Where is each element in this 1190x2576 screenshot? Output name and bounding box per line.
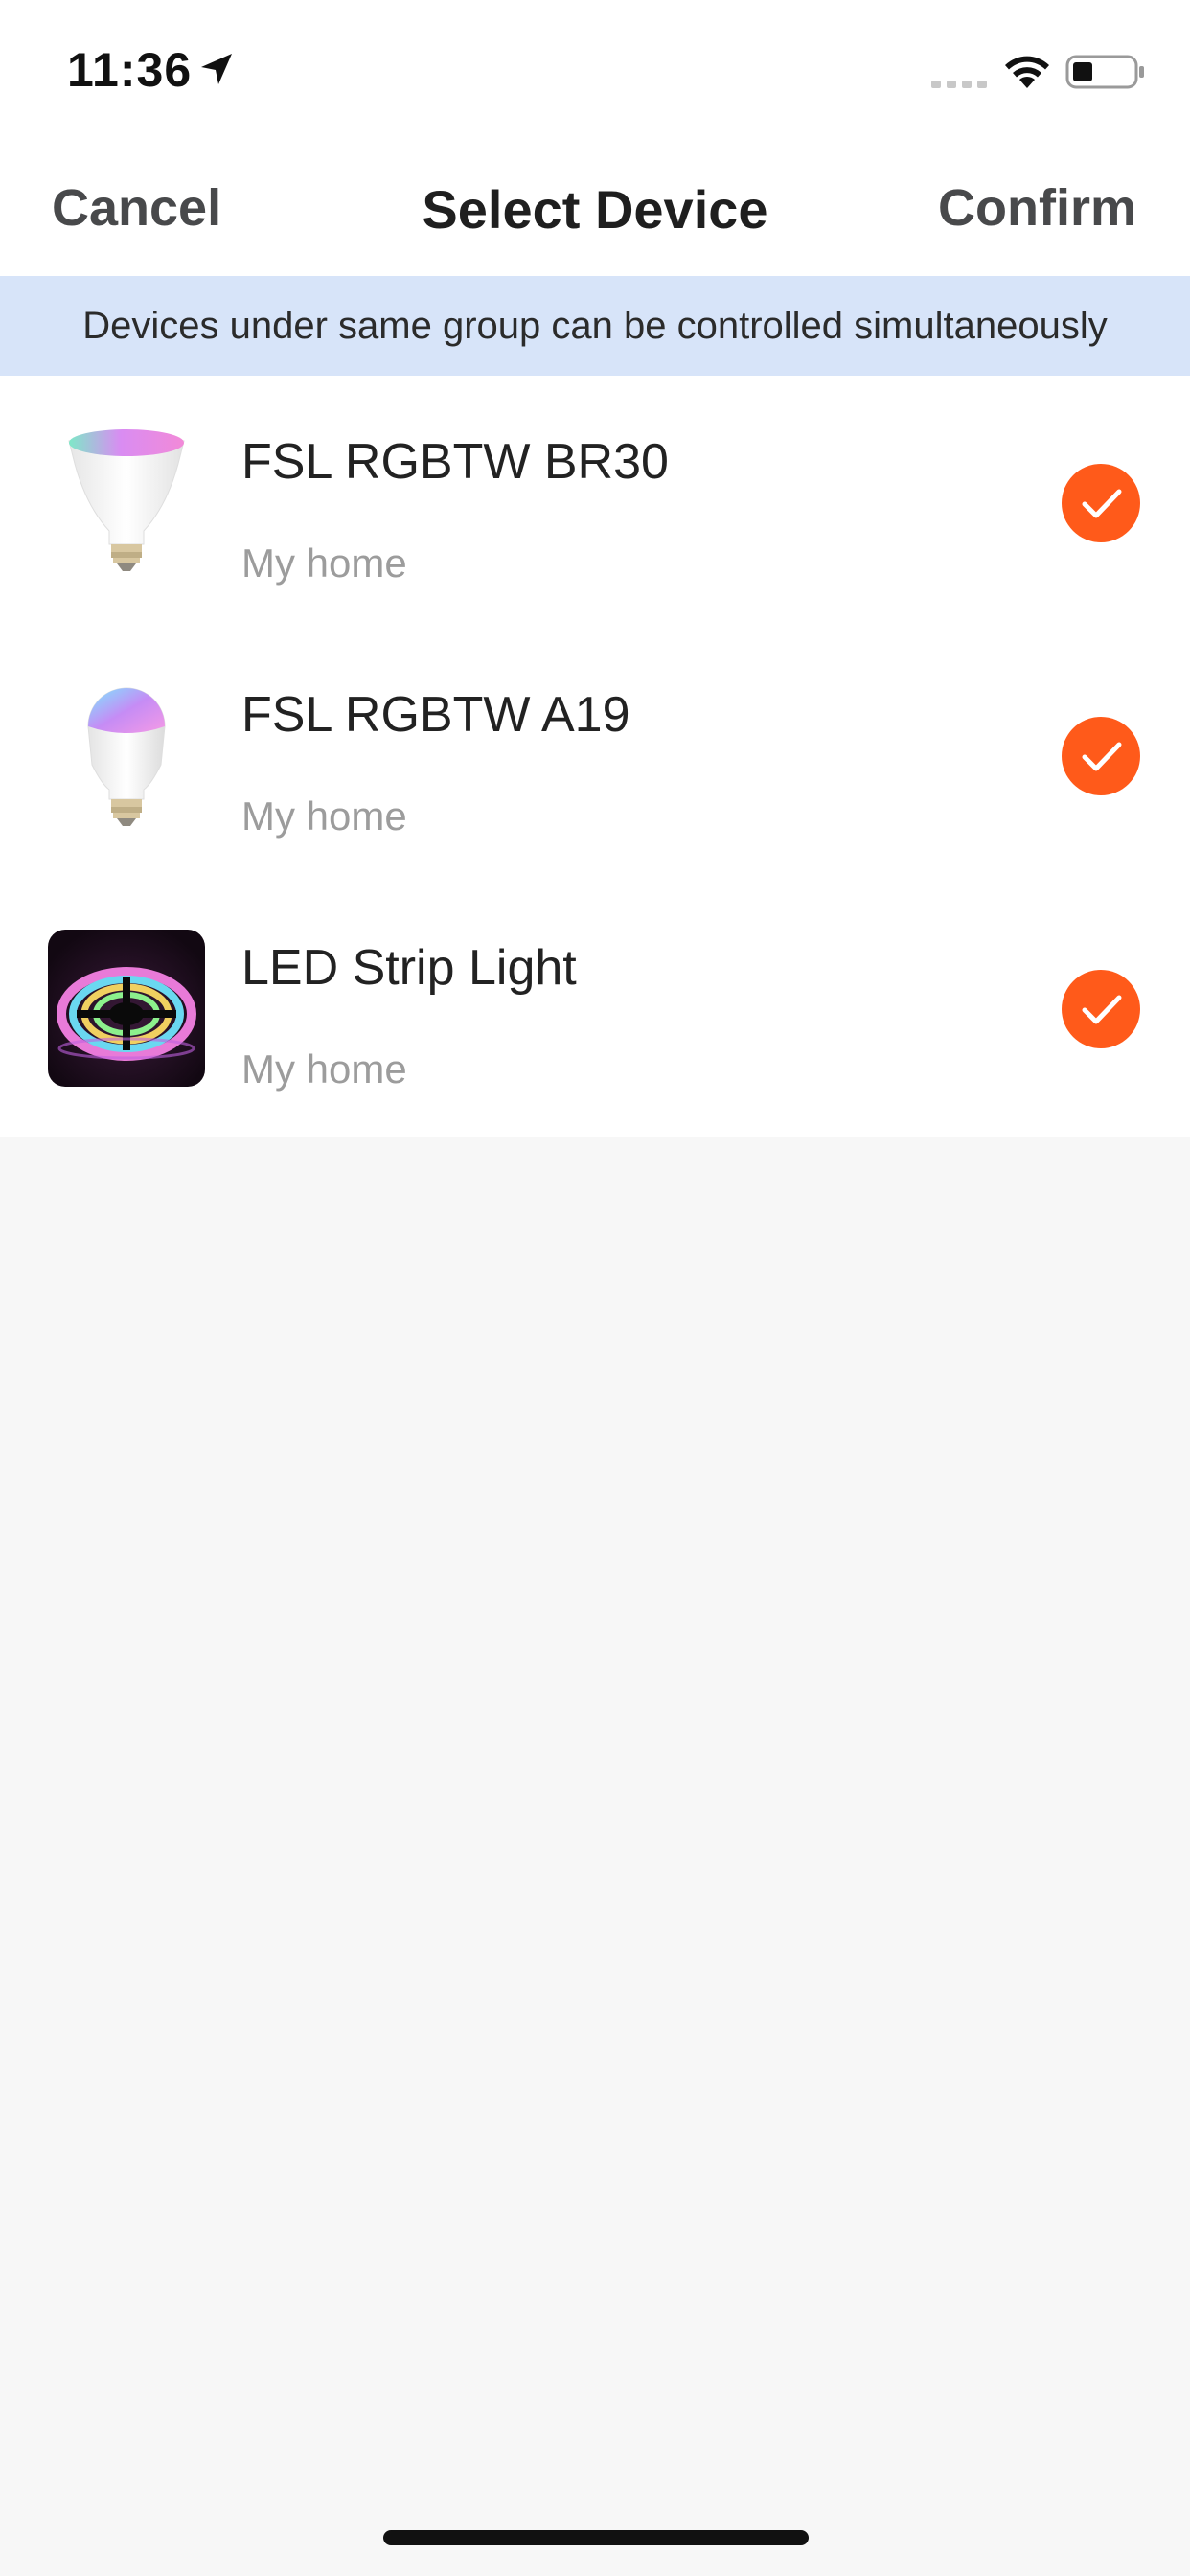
device-row[interactable]: FSL RGBTW A19 My home <box>0 629 1190 882</box>
confirm-button[interactable]: Confirm <box>938 178 1136 238</box>
wifi-icon <box>1005 56 1049 88</box>
cellular-signal-icon <box>931 80 987 88</box>
status-bar: 11:36 <box>0 0 1190 144</box>
device-location: My home <box>241 794 407 839</box>
info-banner: Devices under same group can be controll… <box>0 276 1190 376</box>
selected-checkbox[interactable] <box>1062 464 1140 542</box>
device-row[interactable]: LED Strip Light My home <box>0 882 1190 1135</box>
device-row[interactable]: FSL RGBTW BR30 My home <box>0 376 1190 629</box>
br30-bulb-icon <box>68 429 185 571</box>
home-indicator[interactable] <box>383 2530 809 2545</box>
device-name: FSL RGBTW A19 <box>241 687 630 743</box>
led-strip-icon <box>48 930 205 1087</box>
device-location: My home <box>241 540 407 586</box>
battery-icon <box>1065 55 1144 89</box>
a19-bulb-icon <box>87 687 166 826</box>
selected-checkbox[interactable] <box>1062 970 1140 1048</box>
checkmark-icon <box>1082 995 1122 1024</box>
device-name: LED Strip Light <box>241 940 577 996</box>
device-name: FSL RGBTW BR30 <box>241 434 669 490</box>
nav-bar: Cancel Select Device Confirm <box>0 144 1190 276</box>
device-list: FSL RGBTW BR30 My home FSL RGBTW A19 My … <box>0 376 1190 1137</box>
device-location: My home <box>241 1046 407 1092</box>
checkmark-icon <box>1082 489 1122 518</box>
checkmark-icon <box>1082 742 1122 771</box>
status-time: 11:36 <box>67 43 193 97</box>
location-arrow-icon <box>201 54 232 84</box>
info-banner-text: Devices under same group can be controll… <box>82 304 1108 347</box>
selected-checkbox[interactable] <box>1062 717 1140 795</box>
